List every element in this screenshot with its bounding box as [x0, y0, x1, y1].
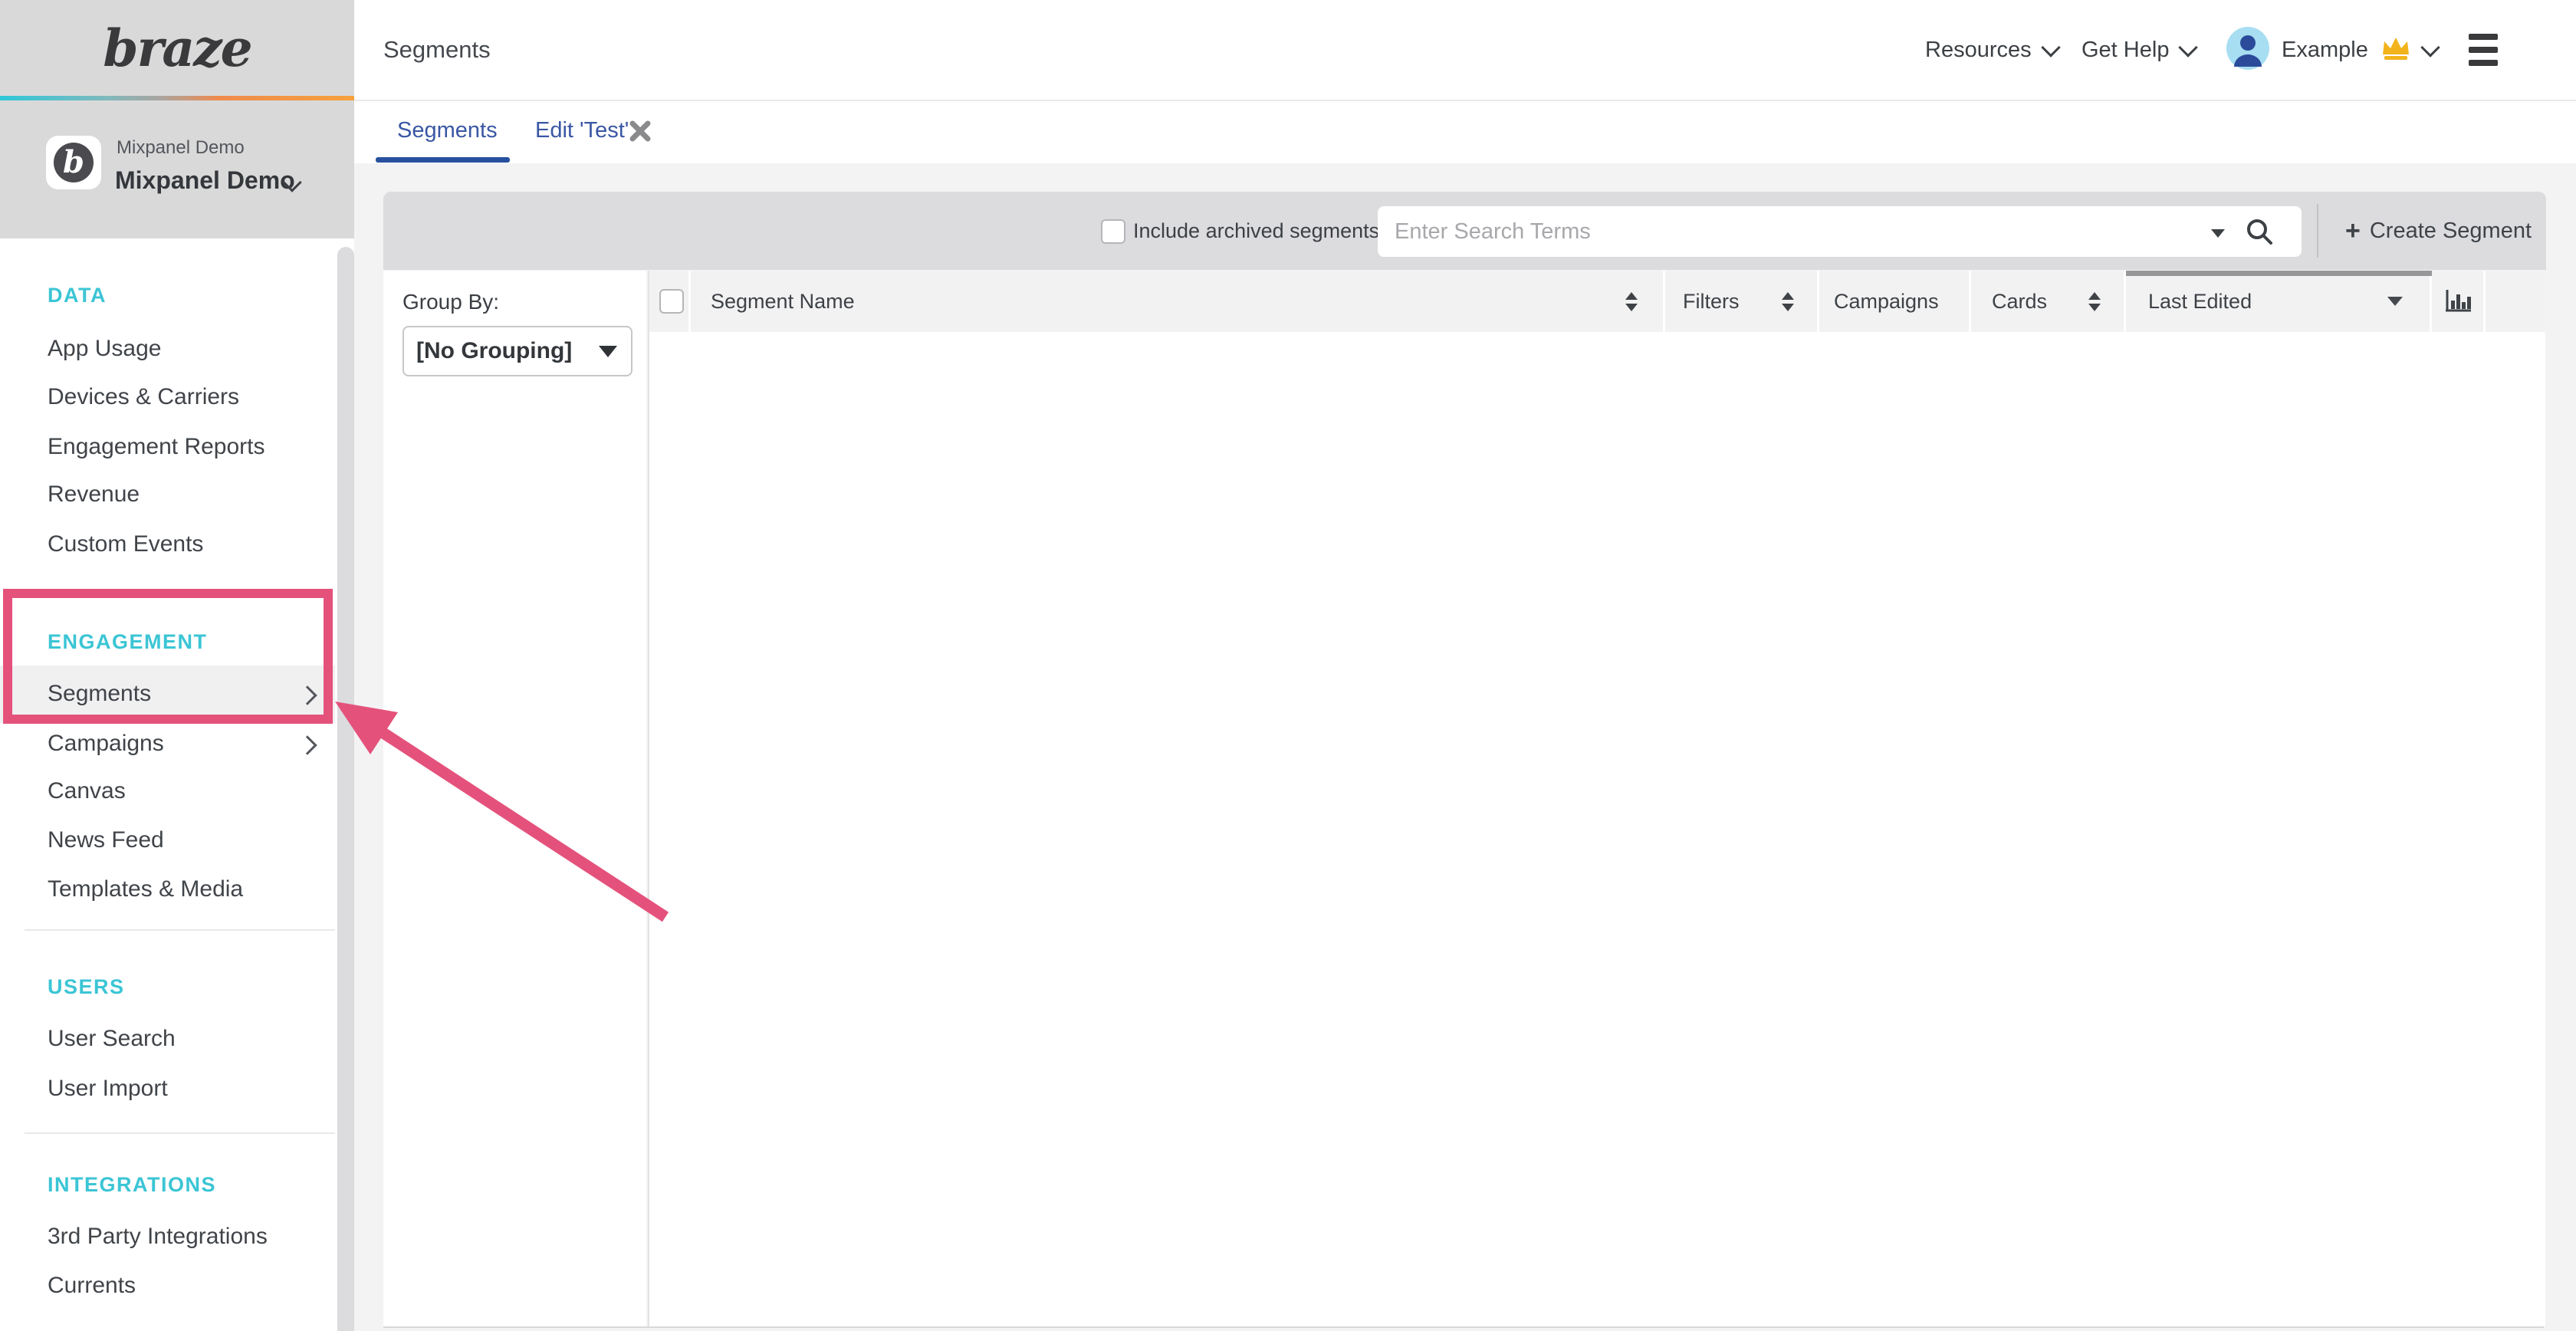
group-by-value: [No Grouping] — [416, 327, 572, 375]
tab-segments[interactable]: Segments — [397, 101, 498, 160]
sidebar-item-segments[interactable]: Segments — [48, 669, 151, 718]
workspace-logo-icon: b — [46, 136, 101, 189]
svg-text:b: b — [63, 144, 84, 180]
tab-bar: Segments Edit 'Test' — [354, 101, 2576, 163]
select-all-checkbox[interactable] — [659, 289, 684, 314]
sidebar-item-currents[interactable]: Currents — [48, 1261, 136, 1310]
active-sort-indicator — [2126, 271, 2432, 276]
column-label: Segment Name — [711, 290, 855, 314]
workspace-selector[interactable]: b Mixpanel Demo Mixpanel Demo — [0, 100, 354, 238]
sidebar-item-devices-carriers[interactable]: Devices & Carriers — [48, 373, 239, 422]
column-last-edited[interactable]: Last Edited — [2126, 271, 2432, 332]
plus-icon: + — [2345, 216, 2361, 246]
create-segment-button[interactable]: + Create Segment — [2331, 192, 2546, 270]
select-all-cell — [649, 271, 691, 332]
sort-icon[interactable] — [1782, 292, 1794, 311]
workspace-group-label: Mixpanel Demo — [117, 137, 245, 159]
get-help-label: Get Help — [2082, 38, 2169, 63]
create-segment-label: Create Segment — [2370, 219, 2532, 244]
sidebar-item-custom-events[interactable]: Custom Events — [48, 520, 203, 569]
chevron-down-icon — [2179, 38, 2198, 57]
bar-chart-icon — [2442, 284, 2474, 320]
sidebar-section-integrations: INTEGRATIONS — [48, 1172, 216, 1197]
include-archived-checkbox[interactable] — [1101, 219, 1125, 244]
sidebar-item-user-import[interactable]: User Import — [48, 1064, 168, 1113]
sidebar-section-engagement: ENGAGEMENT — [48, 629, 208, 654]
group-by-label: Group By: — [402, 290, 499, 314]
page-title: Segments — [383, 0, 491, 100]
sidebar: braze b Mixpanel Demo Mixpanel Demo DATA… — [0, 0, 354, 1331]
get-help-menu[interactable]: Get Help — [2082, 0, 2195, 100]
chevron-down-icon — [2420, 38, 2440, 57]
chevron-right-icon — [297, 735, 317, 754]
column-label: Filters — [1683, 290, 1740, 314]
tab-edit-test[interactable]: Edit 'Test' — [535, 101, 629, 160]
sidebar-item-templates-media[interactable]: Templates & Media — [48, 865, 243, 914]
brand-block: braze — [0, 0, 354, 96]
column-label: Last Edited — [2148, 290, 2252, 314]
sidebar-item-revenue[interactable]: Revenue — [48, 470, 140, 519]
avatar — [2226, 27, 2269, 74]
workspace-name: Mixpanel Demo — [115, 166, 295, 195]
hamburger-menu-icon[interactable] — [2469, 34, 2498, 66]
search-input[interactable] — [1378, 206, 2207, 257]
include-archived-label: Include archived segments — [1133, 192, 1379, 270]
sidebar-item-app-usage[interactable]: App Usage — [48, 324, 161, 373]
toolbar-divider — [2317, 204, 2318, 258]
user-name: Example — [2282, 38, 2368, 63]
search-box — [1378, 206, 2302, 257]
select-caret-icon — [599, 346, 617, 357]
sort-icon[interactable] — [2088, 292, 2101, 311]
sidebar-divider — [25, 929, 335, 931]
sidebar-item-canvas[interactable]: Canvas — [48, 767, 126, 816]
column-analytics[interactable] — [2432, 271, 2486, 332]
active-tab-underline — [376, 157, 510, 163]
group-by-panel: Group By: [No Grouping] — [383, 271, 646, 1326]
crown-icon — [2380, 35, 2411, 65]
sort-icon[interactable] — [1625, 292, 1638, 311]
sidebar-section-data: DATA — [48, 283, 107, 307]
column-blank — [2486, 271, 2545, 332]
top-header: Segments Resources Get Help Example — [354, 0, 2576, 101]
close-tab-icon[interactable] — [629, 120, 652, 143]
sidebar-divider — [25, 1132, 335, 1134]
search-icon[interactable] — [2245, 217, 2274, 250]
sidebar-section-users: USERS — [48, 974, 125, 999]
column-campaigns[interactable]: Campaigns — [1819, 271, 1971, 332]
column-filters[interactable]: Filters — [1665, 271, 1819, 332]
segments-table-body — [648, 332, 2545, 1326]
segments-toolbar: Include archived segments + Create Segme… — [383, 192, 2546, 270]
search-dropdown-caret-icon[interactable] — [2211, 229, 2225, 238]
resources-menu[interactable]: Resources — [1925, 0, 2058, 100]
column-label: Campaigns — [1834, 290, 1939, 314]
sort-desc-icon[interactable] — [2387, 297, 2403, 306]
braze-app: braze b Mixpanel Demo Mixpanel Demo DATA… — [0, 0, 2576, 1331]
sidebar-item-3rd-party-integrations[interactable]: 3rd Party Integrations — [48, 1212, 268, 1261]
sidebar-scrollbar[interactable] — [337, 247, 354, 1331]
sidebar-item-engagement-reports[interactable]: Engagement Reports — [48, 422, 265, 472]
segments-table-header: Segment Name Filters Campaigns Cards Las… — [648, 271, 2545, 332]
sidebar-item-news-feed[interactable]: News Feed — [48, 816, 164, 865]
column-segment-name[interactable]: Segment Name — [691, 271, 1665, 332]
resources-label: Resources — [1925, 38, 2032, 63]
sidebar-item-user-search[interactable]: User Search — [48, 1014, 176, 1063]
braze-logo[interactable]: braze — [0, 0, 354, 96]
group-by-select[interactable]: [No Grouping] — [402, 326, 632, 376]
sidebar-item-campaigns[interactable]: Campaigns — [48, 719, 164, 768]
user-menu[interactable]: Example — [2226, 0, 2437, 100]
card-bottom-border — [383, 1326, 2544, 1328]
column-cards[interactable]: Cards — [1971, 271, 2126, 332]
column-label: Cards — [1992, 290, 2047, 314]
chevron-down-icon — [2041, 38, 2060, 57]
